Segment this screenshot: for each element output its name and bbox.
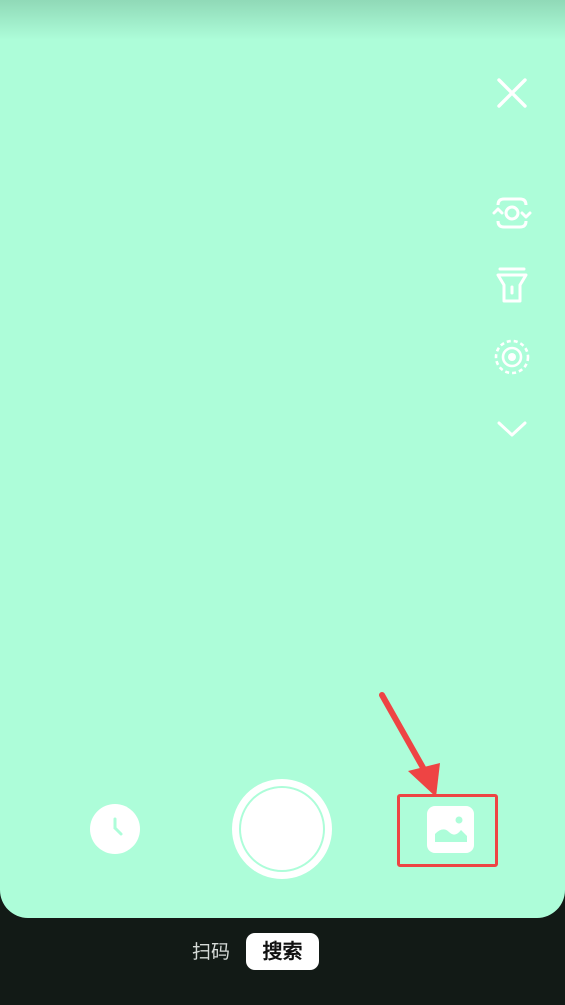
mode-scan-tab[interactable]: 扫码 xyxy=(188,938,234,966)
focus-mode-icon xyxy=(492,337,532,377)
status-bar-shade xyxy=(0,0,565,40)
focus-mode-button[interactable] xyxy=(488,333,536,381)
shutter-ring xyxy=(239,786,325,872)
history-button[interactable] xyxy=(90,804,140,854)
annotation-arrow xyxy=(360,685,460,800)
switch-camera-icon xyxy=(492,193,532,233)
clock-icon xyxy=(100,812,130,846)
switch-camera-button[interactable] xyxy=(488,189,536,237)
close-icon xyxy=(495,76,529,110)
camera-viewfinder xyxy=(0,0,565,918)
mode-selector: 扫码 搜索 xyxy=(0,918,565,1005)
mode-search-tab[interactable]: 搜索 xyxy=(246,933,319,970)
flashlight-button[interactable] xyxy=(488,261,536,309)
shutter-button[interactable] xyxy=(232,779,332,879)
flashlight-icon xyxy=(494,265,530,305)
more-tools-button[interactable] xyxy=(488,405,536,453)
gallery-button[interactable] xyxy=(427,806,474,853)
image-gallery-icon xyxy=(431,808,471,852)
chevron-down-icon xyxy=(495,417,529,441)
camera-screen: 扫码 搜索 xyxy=(0,0,565,1005)
close-button[interactable] xyxy=(488,69,536,117)
